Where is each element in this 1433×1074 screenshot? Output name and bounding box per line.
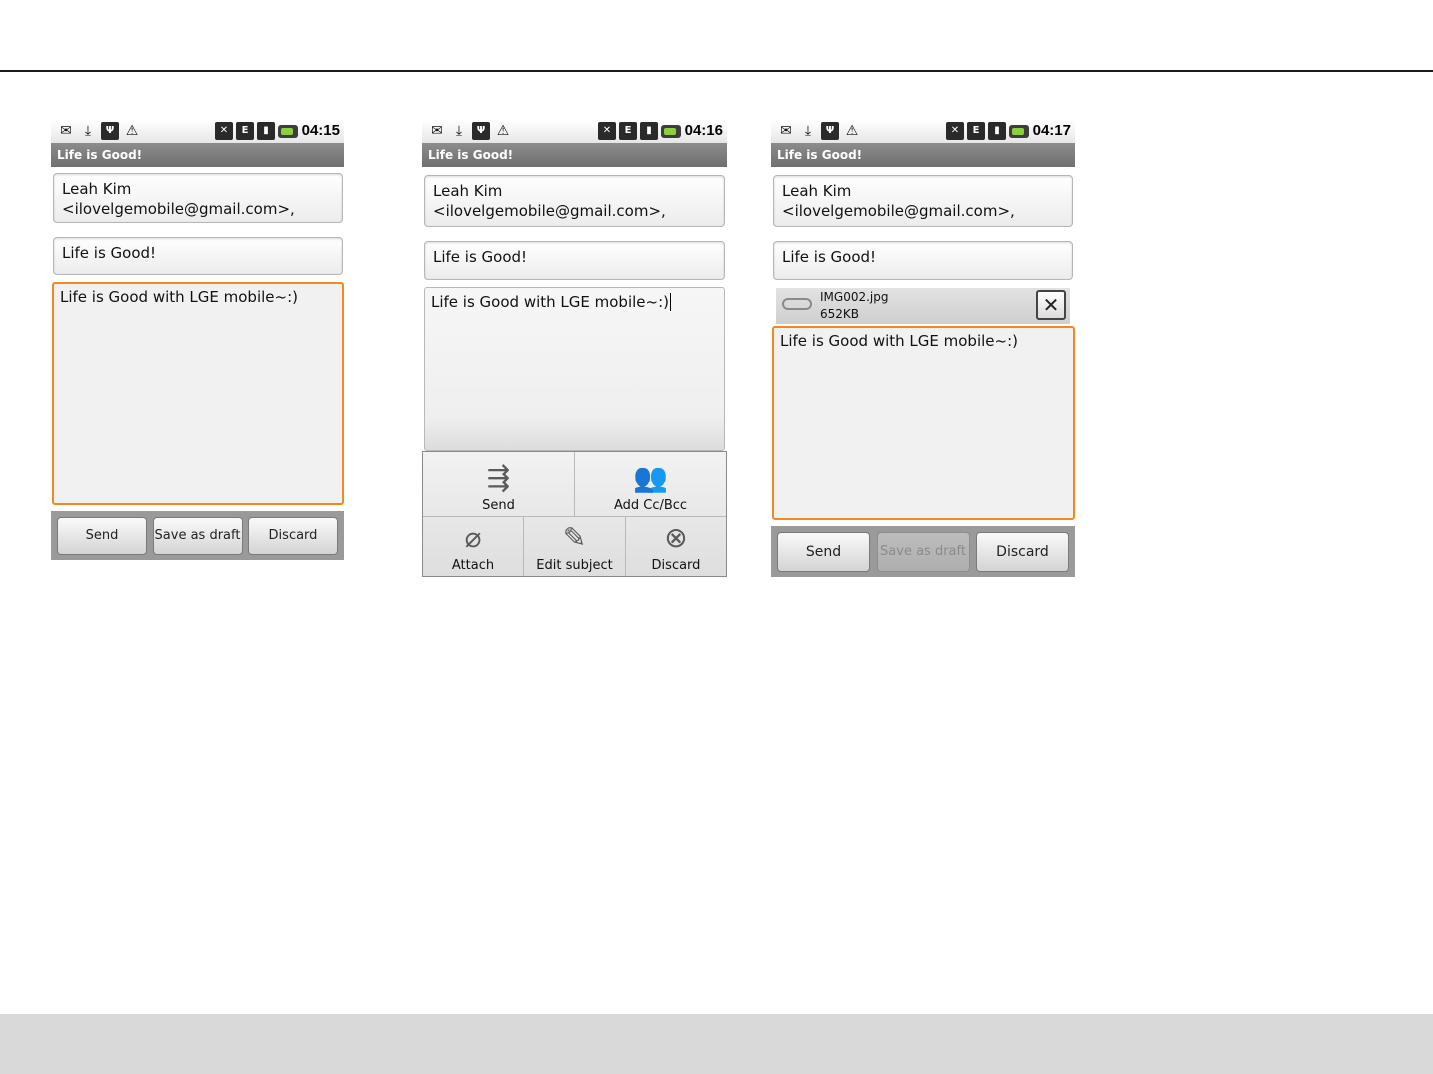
paperclip-icon: ⌀ [464,521,482,554]
menu-item-send-label: Send [482,498,515,513]
contacts-icon: 👥 [633,461,668,494]
subject-field[interactable]: Life is Good! [773,241,1073,280]
battery-icon [661,125,681,138]
menu-item-attach-label: Attach [451,558,495,573]
to-field[interactable]: Leah Kim <ilovelgemobile@gmail.com>, [773,175,1073,227]
body-text: Life is Good with LGE mobile~:) [431,293,669,311]
subject-field[interactable]: Life is Good! [424,241,725,280]
paperclip-icon [782,298,812,310]
mail-error-icon: ✉ [60,123,72,139]
text-cursor: ​ [670,293,671,311]
menu-item-attach[interactable]: ⌀ Attach [423,516,524,576]
action-button-bar: Send Save as draft Discard [771,526,1075,577]
options-menu: ⇶ Send 👥 Add Cc/Bcc ⌀ Attach ✎ Edit subj… [422,451,727,577]
mail-error-icon: ✉ [431,123,443,139]
subject-field[interactable]: Life is Good! [53,237,343,275]
mail-error-icon: ✉ [780,123,792,139]
window-title: Life is Good! [51,143,344,167]
mute-icon: ✕ [946,122,964,140]
signal-icon: ▮ [988,122,1006,140]
edge-data-icon: E [236,122,254,140]
footer-band [0,1014,1433,1074]
menu-item-add-cc-bcc-label: Add Cc/Bcc [613,498,688,513]
action-button-bar: Send Save as draft Discard [51,511,344,560]
battery-icon [278,125,298,138]
mute-icon: ✕ [598,122,616,140]
discard-button[interactable]: Discard [248,516,338,555]
window-title: Life is Good! [771,143,1075,167]
to-field[interactable]: Leah Kim <ilovelgemobile@gmail.com>, [53,173,343,223]
compose-screen-2: ✉ ⤓ Ψ ⚠ ✕ E ▮ 04:16 Life is Good! Leah K… [422,120,727,577]
send-button[interactable]: Send [777,531,870,572]
status-bar: ✉ ⤓ Ψ ⚠ ✕ E ▮ 04:16 [422,120,727,143]
status-time: 04:17 [1032,122,1071,139]
menu-item-add-cc-bcc[interactable]: 👥 Add Cc/Bcc [575,452,726,516]
menu-item-edit-subject-label: Edit subject [536,558,613,573]
discard-icon: ⊗ [664,521,688,554]
compose-screen-3: ✉ ⤓ Ψ ⚠ ✕ E ▮ 04:17 Life is Good! Leah K… [771,120,1075,577]
body-field[interactable]: Life is Good with LGE mobile~:) [772,326,1075,520]
window-title: Life is Good! [422,143,727,167]
warning-icon: ⚠ [125,123,139,139]
status-time: 04:16 [684,122,723,139]
attachment-row: IMG002.jpg 652KB ✕ [776,288,1070,324]
status-bar: ✉ ⤓ Ψ ⚠ ✕ E ▮ 04:17 [771,120,1075,143]
status-time: 04:15 [301,122,340,139]
download-icon: ⤓ [455,123,463,139]
battery-icon [1009,125,1029,138]
compose-screen-1: ✉ ⤓ Ψ ⚠ ✕ E ▮ 04:15 Life is Good! Leah K… [51,120,344,560]
attachment-name: IMG002.jpg [820,290,889,304]
usb-icon: Ψ [821,122,839,140]
remove-attachment-close-icon[interactable]: ✕ [1036,290,1066,320]
status-bar: ✉ ⤓ Ψ ⚠ ✕ E ▮ 04:15 [51,120,344,143]
top-divider [0,70,1433,72]
warning-icon: ⚠ [496,123,510,139]
download-icon: ⤓ [804,123,812,139]
signal-icon: ▮ [640,122,658,140]
menu-item-discard-label: Discard [651,558,701,573]
to-field[interactable]: Leah Kim <ilovelgemobile@gmail.com>, [424,175,725,227]
body-field[interactable]: Life is Good with LGE mobile~:)​ [424,287,725,451]
signal-icon: ▮ [257,122,275,140]
discard-button[interactable]: Discard [976,531,1069,572]
edge-data-icon: E [619,122,637,140]
menu-item-send[interactable]: ⇶ Send [423,452,575,516]
save-draft-button[interactable]: Save as draft [152,516,243,555]
menu-item-discard[interactable]: ⊗ Discard [626,516,726,576]
pencil-icon: ✎ [562,521,587,554]
attachment-size: 652KB [820,307,860,321]
menu-item-edit-subject[interactable]: ✎ Edit subject [524,516,626,576]
warning-icon: ⚠ [845,123,859,139]
usb-icon: Ψ [101,122,119,140]
send-icon: ⇶ [486,461,511,494]
body-field[interactable]: Life is Good with LGE mobile~:) [52,282,344,505]
send-button[interactable]: Send [57,516,147,555]
mute-icon: ✕ [215,122,233,140]
download-icon: ⤓ [84,123,92,139]
usb-icon: Ψ [472,122,490,140]
save-draft-button: Save as draft [876,531,970,572]
edge-data-icon: E [967,122,985,140]
